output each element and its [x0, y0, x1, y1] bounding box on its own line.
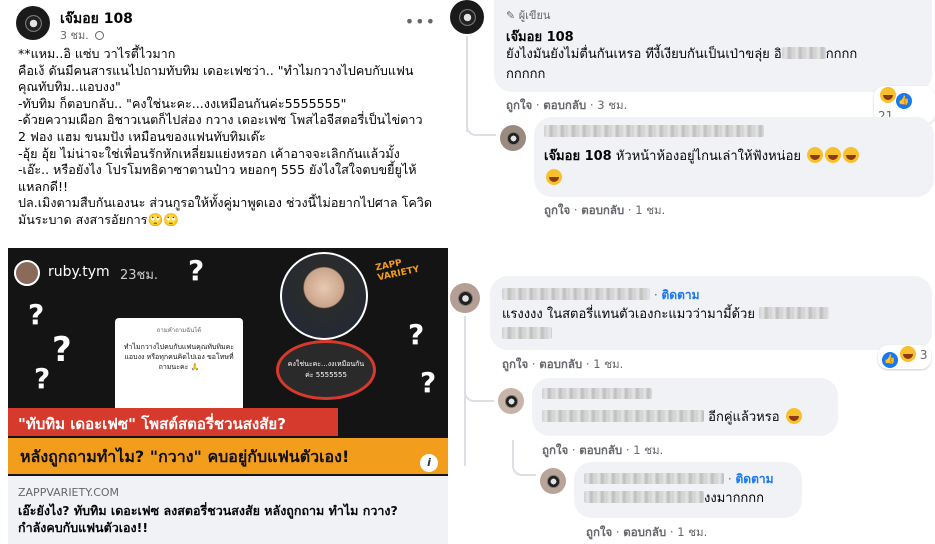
headline-orange-banner: หลังถูกถามทำไม? "กวาง" คบอยู่กับแฟนตัวเอ…	[8, 438, 448, 474]
censored-text	[781, 47, 826, 59]
post-image[interactable]: ruby.tym 23ชม. ? ? ? ? ? ? ZAPP VARIETY …	[8, 248, 448, 476]
reply-link[interactable]: ตอบกลับ	[543, 98, 586, 112]
globe-icon	[95, 31, 105, 40]
comment-actions: ถูกใจ · ตอบกลับ · 1 ชม.	[502, 357, 624, 371]
comment-time[interactable]: 3 ชม.	[597, 98, 627, 112]
link-preview[interactable]: ZAPPVARIETY.COM เอ๊ะยังไง? ทับทิม เดอะเฟ…	[8, 454, 448, 544]
reply-link[interactable]: ตอบกลับ	[623, 525, 666, 539]
like-link[interactable]: ถูกใจ	[542, 443, 568, 457]
comment-text: งงมากกกก	[584, 489, 799, 509]
commenter-avatar[interactable]	[450, 0, 484, 34]
censored-name	[502, 288, 650, 300]
comment-text-line: อีกคู่แล้วหรอ	[708, 410, 780, 425]
reply-avatar[interactable]	[540, 468, 566, 494]
question-mark: ?	[408, 318, 425, 351]
comment-text: เจ๊มอย 108 หัวหน้าห้องอยู่ไกนเล่าให้ฟังห…	[544, 146, 924, 190]
reply-link[interactable]: ตอบกลับ	[581, 203, 624, 217]
comment-actions: ถูกใจ · ตอบกลับ · 1 ชม.	[586, 525, 708, 539]
comment-text-line: ยังไงมันยังไม่ตื่นกันเหรอ ทีงี้เงียบกันเ…	[506, 47, 782, 62]
question-mark: ?	[188, 254, 205, 287]
comment-text-line: หัวหน้าห้องอยู่ไกนเล่าให้ฟังหน่อย	[615, 149, 801, 164]
question-mark: ?	[420, 366, 437, 399]
comment-time[interactable]: 1 ชม.	[635, 203, 665, 217]
person-photo	[280, 252, 368, 340]
post-meta: 3 ชม.	[60, 26, 105, 44]
author-badge-label: ผู้เขียน	[518, 9, 551, 22]
censored-text	[584, 491, 704, 503]
comment-text-line: แรงงงง ในสตอรี่แทนตัวเองกะแมวว่ามามี้ด้ว…	[502, 307, 755, 322]
censored-name	[544, 125, 764, 137]
reply-link[interactable]: ตอบกลับ	[579, 443, 622, 457]
thread-connector	[464, 378, 494, 402]
laughing-emoji-icon	[807, 147, 824, 163]
comments-panel: ✎ ผู้เขียน เจ๊มอย 108 ยังไงมันยังไม่ตื่น…	[450, 0, 935, 544]
comment-actions: ถูกใจ · ตอบกลับ · 1 ชม.	[544, 203, 666, 217]
commenter-header: · ติดตาม	[584, 470, 774, 489]
reaction-count: 3	[919, 348, 928, 362]
censored-text	[502, 327, 552, 339]
laughing-emoji-icon	[843, 147, 860, 163]
post-card: เจ๊มอย 108 3 ชม. ••• **แหม..อิ แซ่บ วาไร…	[0, 0, 450, 544]
surprised-emoji-icon	[785, 408, 802, 424]
link-domain: ZAPPVARIETY.COM	[18, 486, 120, 499]
reply-avatar[interactable]	[498, 388, 524, 414]
reply-link[interactable]: ตอบกลับ	[539, 357, 582, 371]
censored-text	[542, 410, 704, 422]
follow-link[interactable]: ติดตาม	[661, 288, 699, 302]
info-icon[interactable]: i	[420, 454, 438, 472]
comment-actions: ถูกใจ · ตอบกลับ · 3 ชม.	[506, 98, 628, 112]
like-reaction-icon: 👍	[896, 93, 912, 109]
censored-name	[542, 388, 652, 399]
commenter-avatar[interactable]	[450, 283, 480, 313]
thread-connector	[466, 110, 496, 136]
story-user: ruby.tym	[48, 264, 110, 280]
laughing-emoji-icon	[546, 169, 562, 185]
like-link[interactable]: ถูกใจ	[506, 98, 532, 112]
like-reaction-icon: 👍	[882, 352, 898, 368]
haha-emoji-icon	[900, 346, 916, 362]
story-question-card: ถามคำถามฉันได้ ทำไมกวางไปคบกับแฟนคุณทับท…	[115, 318, 243, 422]
post-time[interactable]: 3 ชม.	[60, 29, 89, 42]
thread-connector	[512, 440, 536, 476]
comment-text-line: กกกกก	[506, 67, 546, 82]
laughing-emoji-icon	[825, 147, 842, 163]
censored-text	[759, 307, 830, 319]
post-text: **แหม..อิ แซ่บ วาไรตี้ไวมาก คือเง้ ดันมี…	[18, 46, 433, 227]
story-time: 23ชม.	[120, 268, 159, 283]
haha-emoji-icon	[880, 87, 896, 103]
brand-logo: ZAPP VARIETY	[374, 258, 421, 284]
like-link[interactable]: ถูกใจ	[544, 203, 570, 217]
post-author-avatar[interactable]	[16, 6, 50, 40]
comment-time[interactable]: 1 ชม.	[593, 357, 623, 371]
comment-time[interactable]: 1 ชม.	[633, 443, 663, 457]
comment-author[interactable]: เจ๊มอย 108	[506, 26, 574, 47]
like-link[interactable]: ถูกใจ	[502, 357, 528, 371]
question-mark: ?	[28, 298, 45, 331]
reply-avatar[interactable]	[500, 125, 526, 151]
reaction-summary[interactable]: 👍 3	[878, 345, 932, 369]
comment-text-line: งงมากกกก	[704, 491, 765, 506]
story-card-text: ทำไมกวางไปคบกับแฟนคุณทับทิมคะ แอบงง หรือ…	[123, 343, 235, 371]
like-link[interactable]: ถูกใจ	[586, 525, 612, 539]
commenter-header: · ติดตาม	[502, 286, 700, 305]
follow-link[interactable]: ติดตาม	[735, 472, 773, 486]
comment-text: แรงงงง ในสตอรี่แทนตัวเองกะแมวว่ามามี้ด้ว…	[502, 305, 922, 345]
question-mark: ?	[34, 362, 51, 395]
mentioned-user[interactable]: เจ๊มอย 108	[544, 149, 612, 164]
author-badge: ✎ ผู้เขียน	[506, 6, 550, 24]
story-reply-bubble: คงใช่นะคะ...งงเหมือนกันค่ะ 5555555	[276, 340, 376, 400]
link-title[interactable]: เอ๊ะยังไง? ทับทิม เดอะเฟซ ลงสตอรี่ชวนสงส…	[18, 502, 418, 536]
comment-time[interactable]: 1 ชม.	[677, 525, 707, 539]
comment-text: ยังไงมันยังไม่ตื่นกันเหรอ ทีงี้เงียบกันเ…	[506, 45, 926, 85]
more-options-icon[interactable]: •••	[405, 12, 436, 31]
pen-icon: ✎	[506, 9, 516, 22]
comment-text: อีกคู่แล้วหรอ	[542, 408, 832, 428]
comment-text-tail: กกกก	[825, 47, 858, 62]
story-avatar	[14, 260, 40, 286]
headline-red-banner: "ทับทิม เดอะเฟซ" โพสต์สตอรี่ชวนสงสัย?	[8, 408, 338, 436]
censored-name	[584, 473, 724, 484]
question-mark: ?	[52, 330, 72, 370]
comment-actions: ถูกใจ · ตอบกลับ · 1 ชม.	[542, 443, 664, 457]
